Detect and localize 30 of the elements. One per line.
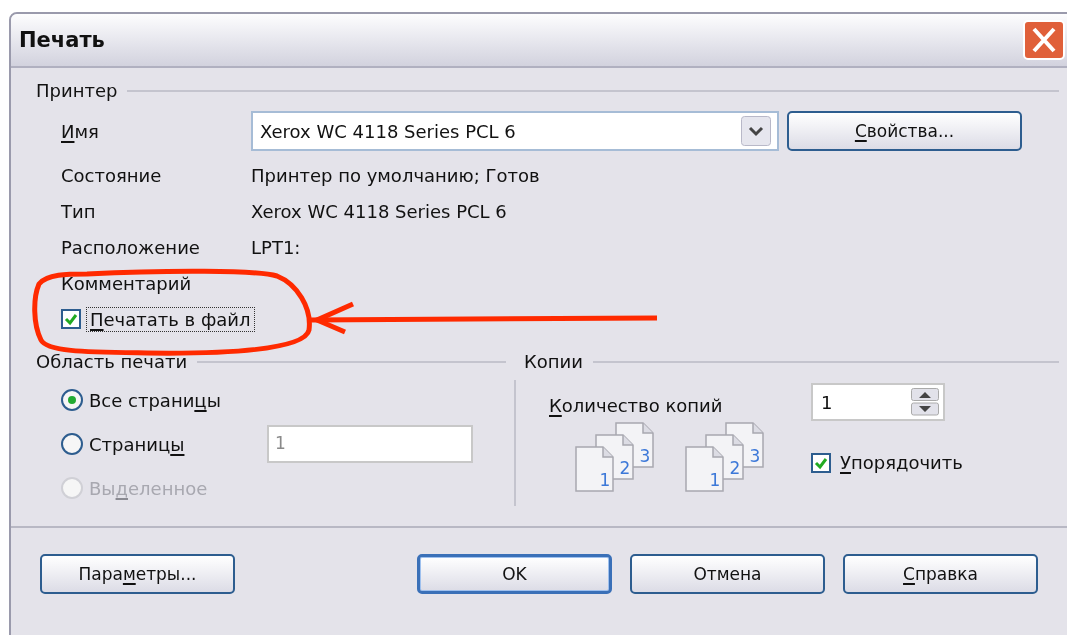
dialog-button[interactable]: Справка xyxy=(843,554,1038,594)
section-title: Принтер xyxy=(36,80,118,101)
radio-button[interactable] xyxy=(61,433,83,455)
info-label: Комментарий xyxy=(61,272,193,294)
dialog-button[interactable]: Параметры... xyxy=(40,554,235,594)
section-title: Область печати xyxy=(36,351,188,372)
spin-arrows-icon[interactable] xyxy=(911,388,939,416)
field-label: Имя xyxy=(61,120,100,142)
checkbox[interactable] xyxy=(61,309,81,329)
info-value: Xerox WC 4118 Series PCL 6 xyxy=(251,200,507,222)
window-title: Печать xyxy=(19,28,105,52)
info-label: Состояние xyxy=(61,164,163,186)
info-value: LPT1: xyxy=(251,236,301,258)
dialog-button[interactable]: OK xyxy=(417,554,612,594)
radio-label[interactable]: Страницы xyxy=(89,433,261,455)
checkbox-label[interactable]: Печатать в файл xyxy=(87,307,254,331)
copies-spin-field[interactable]: 1 xyxy=(811,383,945,421)
printer-dropdown[interactable]: Xerox WC 4118 Series PCL 6 xyxy=(251,111,779,151)
field-label: Количество копий xyxy=(549,395,724,416)
radio-button[interactable] xyxy=(61,389,83,411)
properties-button[interactable]: Свойства... xyxy=(787,111,1022,151)
radio-label[interactable]: Все страницы xyxy=(89,389,261,411)
checkbox[interactable] xyxy=(811,452,831,473)
checkbox-label[interactable]: Упорядочить xyxy=(837,451,966,474)
info-label: Тип xyxy=(61,200,97,222)
info-label: Расположение xyxy=(61,236,201,258)
section-title: Копии xyxy=(524,351,583,372)
close-icon[interactable] xyxy=(1023,20,1065,60)
dialog-button[interactable]: Отмена xyxy=(630,554,825,594)
info-value: Принтер по умолчанию; Готов xyxy=(251,164,540,186)
